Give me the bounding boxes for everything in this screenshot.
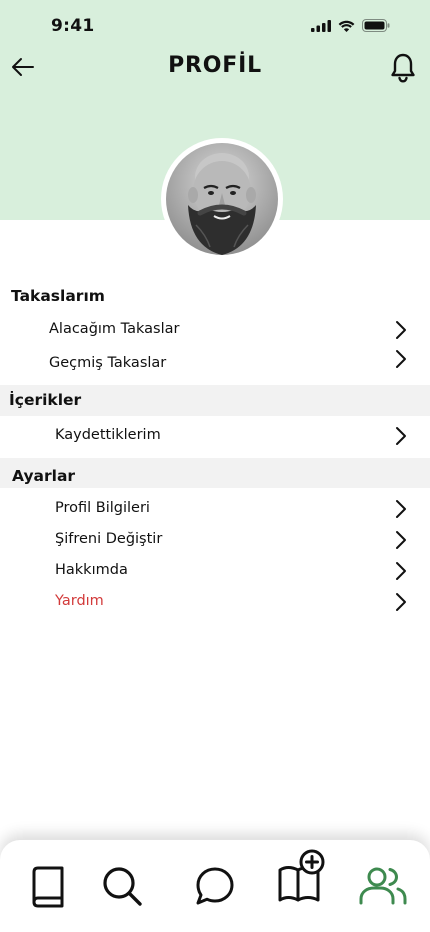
nav-library[interactable] [26, 862, 70, 910]
section-icerikler: İçerikler [0, 385, 430, 416]
avatar[interactable] [161, 138, 283, 260]
menu-item-label: Geçmiş Takaslar [49, 355, 167, 371]
chevron-right-icon [396, 321, 406, 339]
chevron-right-icon [396, 350, 406, 368]
menu-item-kaydettiklerim[interactable]: Kaydettiklerim [0, 421, 430, 451]
menu-item-label: Yardım [55, 593, 104, 609]
menu-item-label: Profil Bilgileri [55, 500, 150, 516]
avatar-photo [166, 143, 278, 255]
chevron-right-icon [396, 593, 406, 611]
add-book-icon [278, 849, 325, 902]
menu-item-alacagim-takaslar[interactable]: Alacağım Takaslar [0, 315, 430, 345]
menu-item-yardim[interactable]: Yardım [0, 587, 430, 617]
bottom-navigation [0, 840, 430, 932]
top-bar: PROFİL [0, 48, 430, 88]
status-bar: 9:41 [0, 0, 430, 50]
nav-search[interactable] [100, 862, 144, 910]
nav-add-book[interactable] [276, 848, 326, 910]
book-icon [32, 866, 64, 908]
status-time: 9:41 [51, 16, 95, 36]
notification-bell-icon[interactable] [389, 52, 417, 84]
nav-messages[interactable] [193, 862, 237, 910]
section-title-icerikler: İçerikler [9, 391, 82, 409]
chevron-right-icon [396, 427, 406, 445]
menu-item-label: Alacağım Takaslar [49, 321, 180, 337]
menu-item-hakkimda[interactable]: Hakkımda [0, 556, 430, 586]
page-title: PROFİL [168, 53, 262, 78]
nav-profile[interactable] [358, 862, 408, 910]
battery-icon [362, 19, 390, 32]
menu-item-label: Kaydettiklerim [55, 427, 161, 443]
section-title-ayarlar: Ayarlar [12, 467, 76, 485]
search-icon [103, 867, 142, 906]
menu-item-label: Şifreni Değiştir [55, 531, 163, 547]
chevron-right-icon [396, 531, 406, 549]
status-icons [311, 19, 390, 32]
menu-item-label: Hakkımda [55, 562, 128, 578]
section-ayarlar: Ayarlar [0, 458, 430, 488]
section-title-takaslarim: Takaslarım [11, 287, 105, 305]
chevron-right-icon [396, 500, 406, 518]
menu-item-gecmis-takaslar[interactable]: Geçmiş Takaslar [0, 349, 430, 379]
menu-item-profil-bilgileri[interactable]: Profil Bilgileri [0, 494, 430, 524]
cellular-signal-icon [311, 19, 331, 32]
section-takaslarim: Takaslarım [0, 281, 430, 312]
chevron-right-icon [396, 562, 406, 580]
chat-icon [196, 867, 234, 905]
menu-item-sifreni-degistir[interactable]: Şifreni Değiştir [0, 525, 430, 555]
wifi-icon [338, 20, 355, 32]
users-icon [359, 867, 407, 905]
